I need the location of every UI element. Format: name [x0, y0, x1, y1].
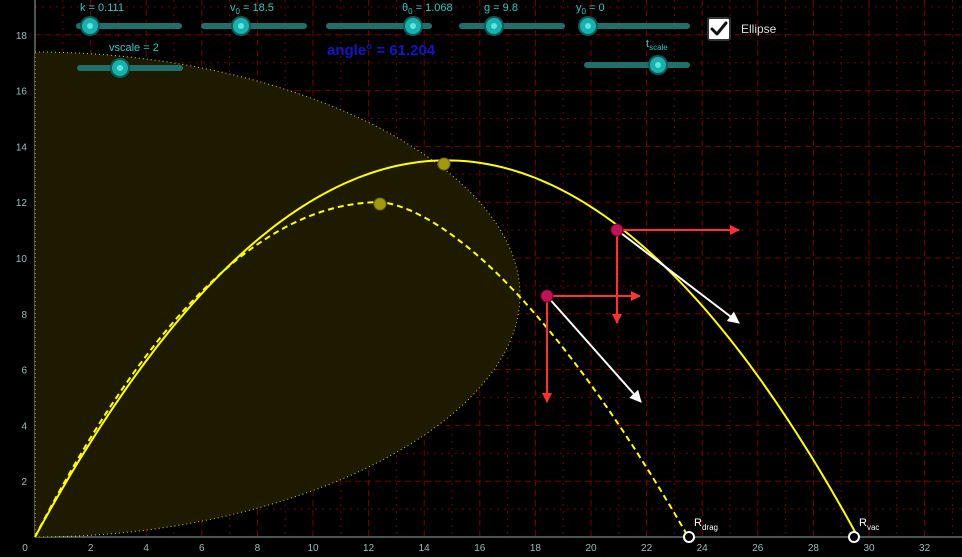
k-slider[interactable]	[76, 16, 182, 36]
x-tick-label: 24	[697, 543, 709, 554]
y-tick-label: 14	[16, 142, 28, 153]
vscale-slider-knob[interactable]	[112, 60, 128, 76]
ellipse-checkbox-label: Ellipse	[741, 22, 777, 36]
g-slider-knob[interactable]	[486, 18, 502, 34]
vscale-slider-label: vscale = 2	[109, 42, 159, 54]
x-tick-label: 8	[255, 543, 261, 554]
y-tick-label: 8	[21, 310, 27, 321]
x-tick-labels: 0 2 4 6 8 10 12 14 16 18 20 22 24 26 28 30 32	[22, 543, 930, 554]
tscale-slider[interactable]	[584, 55, 690, 75]
ellipse-checkbox[interactable]: Ellipse	[707, 17, 776, 41]
graphics-view[interactable]: 0 2 4 6 8 10 12 14 16 18 20 22 24 26 28 30 32 2468101214…	[0, 0, 962, 557]
vscale-slider[interactable]	[77, 58, 183, 78]
g-slider-track[interactable]	[459, 23, 565, 29]
x-tick-label: 6	[199, 543, 205, 554]
vacuum-projectile[interactable]	[610, 223, 624, 237]
y-tick-label: 4	[21, 421, 27, 432]
y0-slider[interactable]	[580, 16, 690, 36]
v0-slider-knob[interactable]	[233, 18, 249, 34]
v0-slider-label: v0 = 18.5	[230, 2, 274, 17]
checkbox-box[interactable]	[707, 17, 731, 41]
y-tick-label: 16	[16, 87, 28, 98]
x-tick-label: 20	[585, 543, 597, 554]
vacuum-apex-point[interactable]	[437, 157, 451, 171]
drag-apex-point[interactable]	[373, 197, 387, 211]
theta0-slider-label: θ0 = 1.068	[402, 2, 453, 17]
x-tick-label: 32	[919, 543, 931, 554]
angle-readout: angle° = 61.204	[327, 42, 436, 59]
y-tick-label: 12	[16, 198, 28, 209]
v0-slider-track[interactable]	[201, 23, 307, 29]
theta0-slider-knob[interactable]	[405, 18, 421, 34]
y-tick-label: 18	[16, 31, 28, 42]
y-tick-label: 2	[21, 477, 27, 488]
range-vac-point[interactable]	[848, 531, 860, 543]
y0-slider-track[interactable]	[580, 23, 690, 29]
checkmark-icon	[710, 21, 728, 36]
x-tick-label: 2	[88, 543, 94, 554]
x-tick-label: 26	[752, 543, 764, 554]
k-slider-label: k = 0.111	[80, 2, 124, 14]
y-tick-label: 6	[21, 366, 27, 377]
drag-velocity-vector	[546, 295, 642, 403]
v0-slider[interactable]	[201, 16, 307, 36]
k-slider-knob[interactable]	[82, 18, 98, 34]
x-tick-label: 28	[808, 543, 820, 554]
x-tick-label: 0	[22, 543, 28, 554]
tscale-slider-label: tscale	[646, 38, 668, 53]
range-drag-label: Rdrag	[694, 517, 718, 532]
x-tick-label: 10	[307, 543, 319, 554]
vacuum-velocity-vector	[616, 229, 740, 324]
y-tick-label: 10	[16, 254, 28, 265]
g-slider[interactable]	[459, 16, 565, 36]
x-tick-label: 14	[419, 543, 431, 554]
theta0-slider[interactable]	[326, 16, 432, 36]
x-tick-label: 30	[863, 543, 875, 554]
tscale-slider-knob[interactable]	[650, 57, 666, 73]
x-tick-label: 22	[641, 543, 653, 554]
x-tick-label: 4	[143, 543, 149, 554]
x-tick-label: 18	[530, 543, 542, 554]
x-tick-label: 12	[363, 543, 375, 554]
x-tick-label: 16	[474, 543, 486, 554]
drag-projectile[interactable]	[540, 289, 554, 303]
range-vac-label: Rvac	[859, 517, 879, 532]
g-slider-label: g = 9.8	[484, 2, 518, 14]
range-drag-point[interactable]	[683, 531, 695, 543]
vscale-slider-track[interactable]	[77, 65, 183, 71]
y-tick-labels: 2 4 6 8 10 12 14 16 18	[16, 31, 28, 488]
ellipse-region[interactable]	[34, 51, 521, 538]
y0-slider-label: y0 = 0	[576, 2, 605, 17]
y0-slider-knob[interactable]	[580, 18, 596, 34]
tscale-slider-track[interactable]	[584, 62, 690, 68]
